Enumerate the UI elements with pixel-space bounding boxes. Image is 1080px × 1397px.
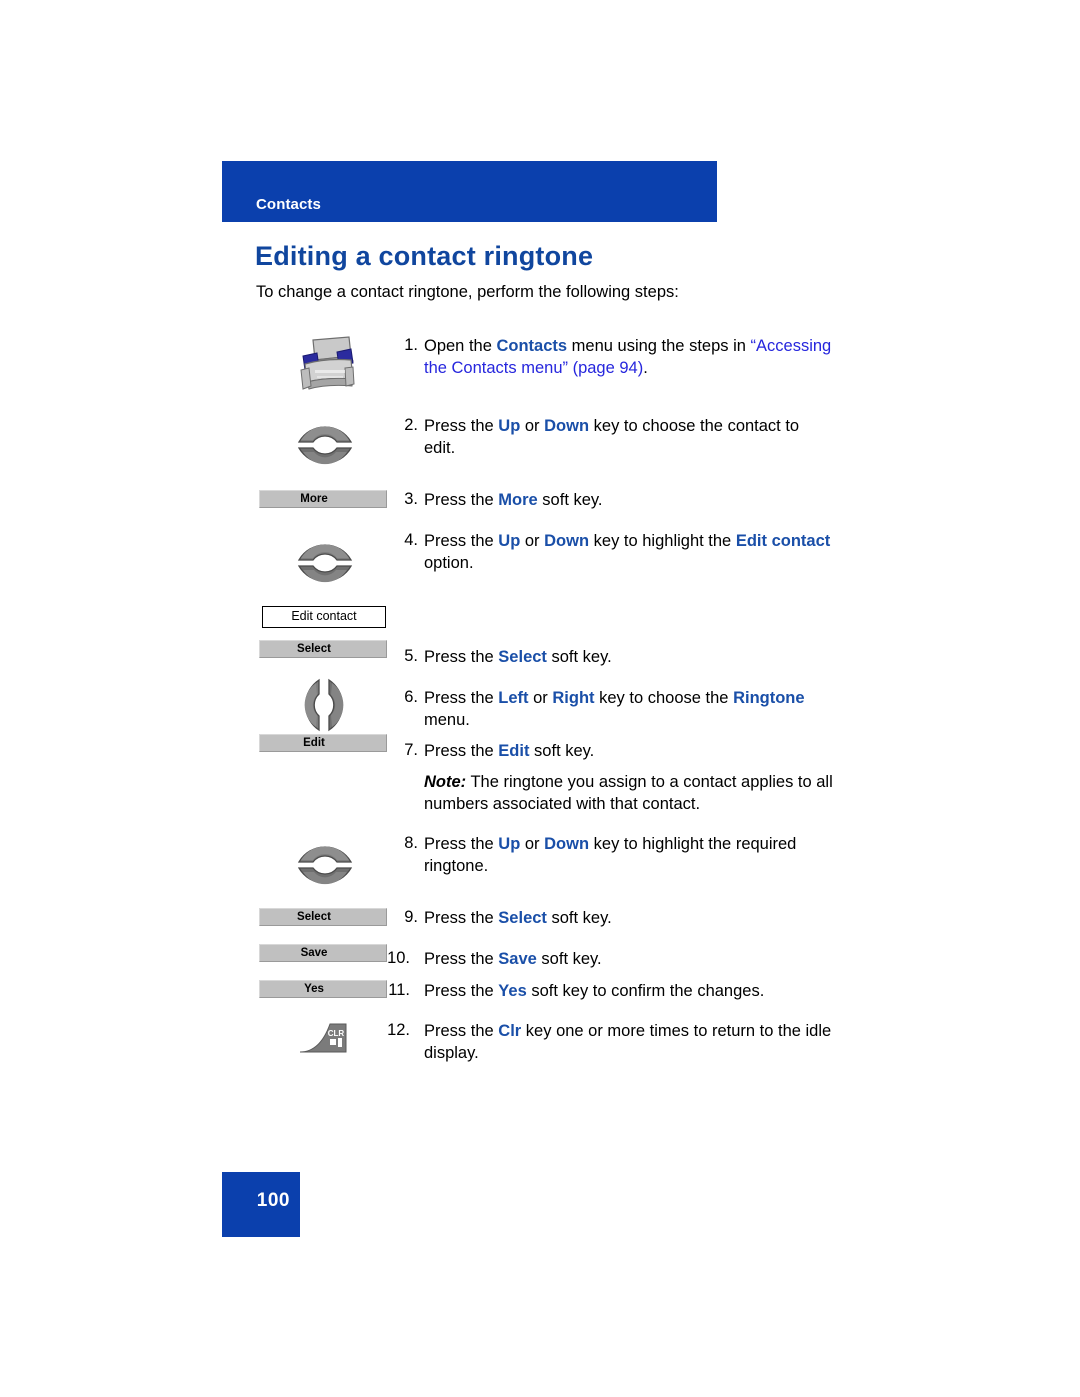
- step-number: 9.: [404, 908, 418, 926]
- step-number: 10.: [387, 949, 410, 967]
- step-number: 2.: [404, 416, 418, 434]
- step-number: 4.: [404, 531, 418, 549]
- softkey-select-label: Select: [297, 643, 331, 655]
- note-block: Note: The ringtone you assign to a conta…: [424, 772, 834, 815]
- step-text: Press the Left or Right key to choose th…: [424, 689, 805, 729]
- up-down-navigation-key-icon: [293, 824, 357, 911]
- step-number: 1.: [404, 336, 418, 354]
- step-text: Press the Up or Down key to choose the c…: [424, 417, 800, 457]
- step-text: Press the Up or Down key to highlight th…: [424, 532, 831, 572]
- step-number: 5.: [404, 647, 418, 665]
- step-text: Press the Yes soft key to confirm the ch…: [424, 982, 765, 1000]
- step-text: Press the Save soft key.: [424, 950, 602, 968]
- running-header-bar: Contacts: [222, 161, 717, 222]
- step-text: Press the Edit soft key.: [424, 742, 595, 760]
- page-title: Editing a contact ringtone: [255, 241, 594, 271]
- intro-paragraph: To change a contact ringtone, perform th…: [256, 283, 679, 301]
- svg-text:CLR: CLR: [328, 1029, 345, 1038]
- softkey-edit-label: Edit: [303, 737, 325, 749]
- menu-option-label: Edit contact: [291, 609, 357, 623]
- clr-key-icon: CLR: [298, 1020, 350, 1061]
- rolodex-icon: [293, 334, 359, 401]
- softkey-save[interactable]: Save: [259, 944, 387, 962]
- step-text: Press the Clr key one or more times to r…: [424, 1022, 832, 1062]
- softkey-yes-label: Yes: [304, 983, 324, 995]
- step-text: Open the Contacts menu using the steps i…: [424, 337, 832, 377]
- softkey-yes[interactable]: Yes: [259, 980, 387, 998]
- step-number: 12.: [387, 1021, 410, 1039]
- softkey-select[interactable]: Select: [259, 640, 387, 658]
- softkey-more[interactable]: More: [259, 490, 387, 508]
- softkey-more-label: More: [300, 493, 328, 505]
- step-number: 6.: [404, 688, 418, 706]
- page-number: 100: [256, 1190, 290, 1211]
- step-text: Press the Select soft key.: [424, 909, 612, 927]
- note-body: The ringtone you assign to a contact app…: [424, 773, 833, 813]
- page-number-block: 100: [222, 1172, 300, 1237]
- up-down-navigation-key-icon: [293, 404, 357, 491]
- step-number: 7.: [404, 741, 418, 759]
- step-number: 8.: [404, 834, 418, 852]
- softkey-edit[interactable]: Edit: [259, 734, 387, 752]
- step-number: 11.: [388, 981, 410, 999]
- menu-option-edit-contact[interactable]: Edit contact: [262, 606, 386, 628]
- up-down-navigation-key-icon: [293, 522, 357, 609]
- softkey-save-label: Save: [300, 947, 328, 959]
- note-label: Note:: [424, 773, 467, 791]
- left-right-navigation-key-icon: [285, 678, 363, 737]
- step-text: Press the More soft key.: [424, 491, 603, 509]
- step-text: Press the Select soft key.: [424, 648, 612, 666]
- softkey-select-label: Select: [297, 911, 331, 923]
- running-header-title: Contacts: [256, 196, 321, 213]
- step-text: Press the Up or Down key to highlight th…: [424, 835, 797, 875]
- step-number: 3.: [404, 490, 418, 508]
- softkey-select[interactable]: Select: [259, 908, 387, 926]
- document-page: Contacts Editing a contact ringtone To c…: [0, 0, 1080, 1397]
